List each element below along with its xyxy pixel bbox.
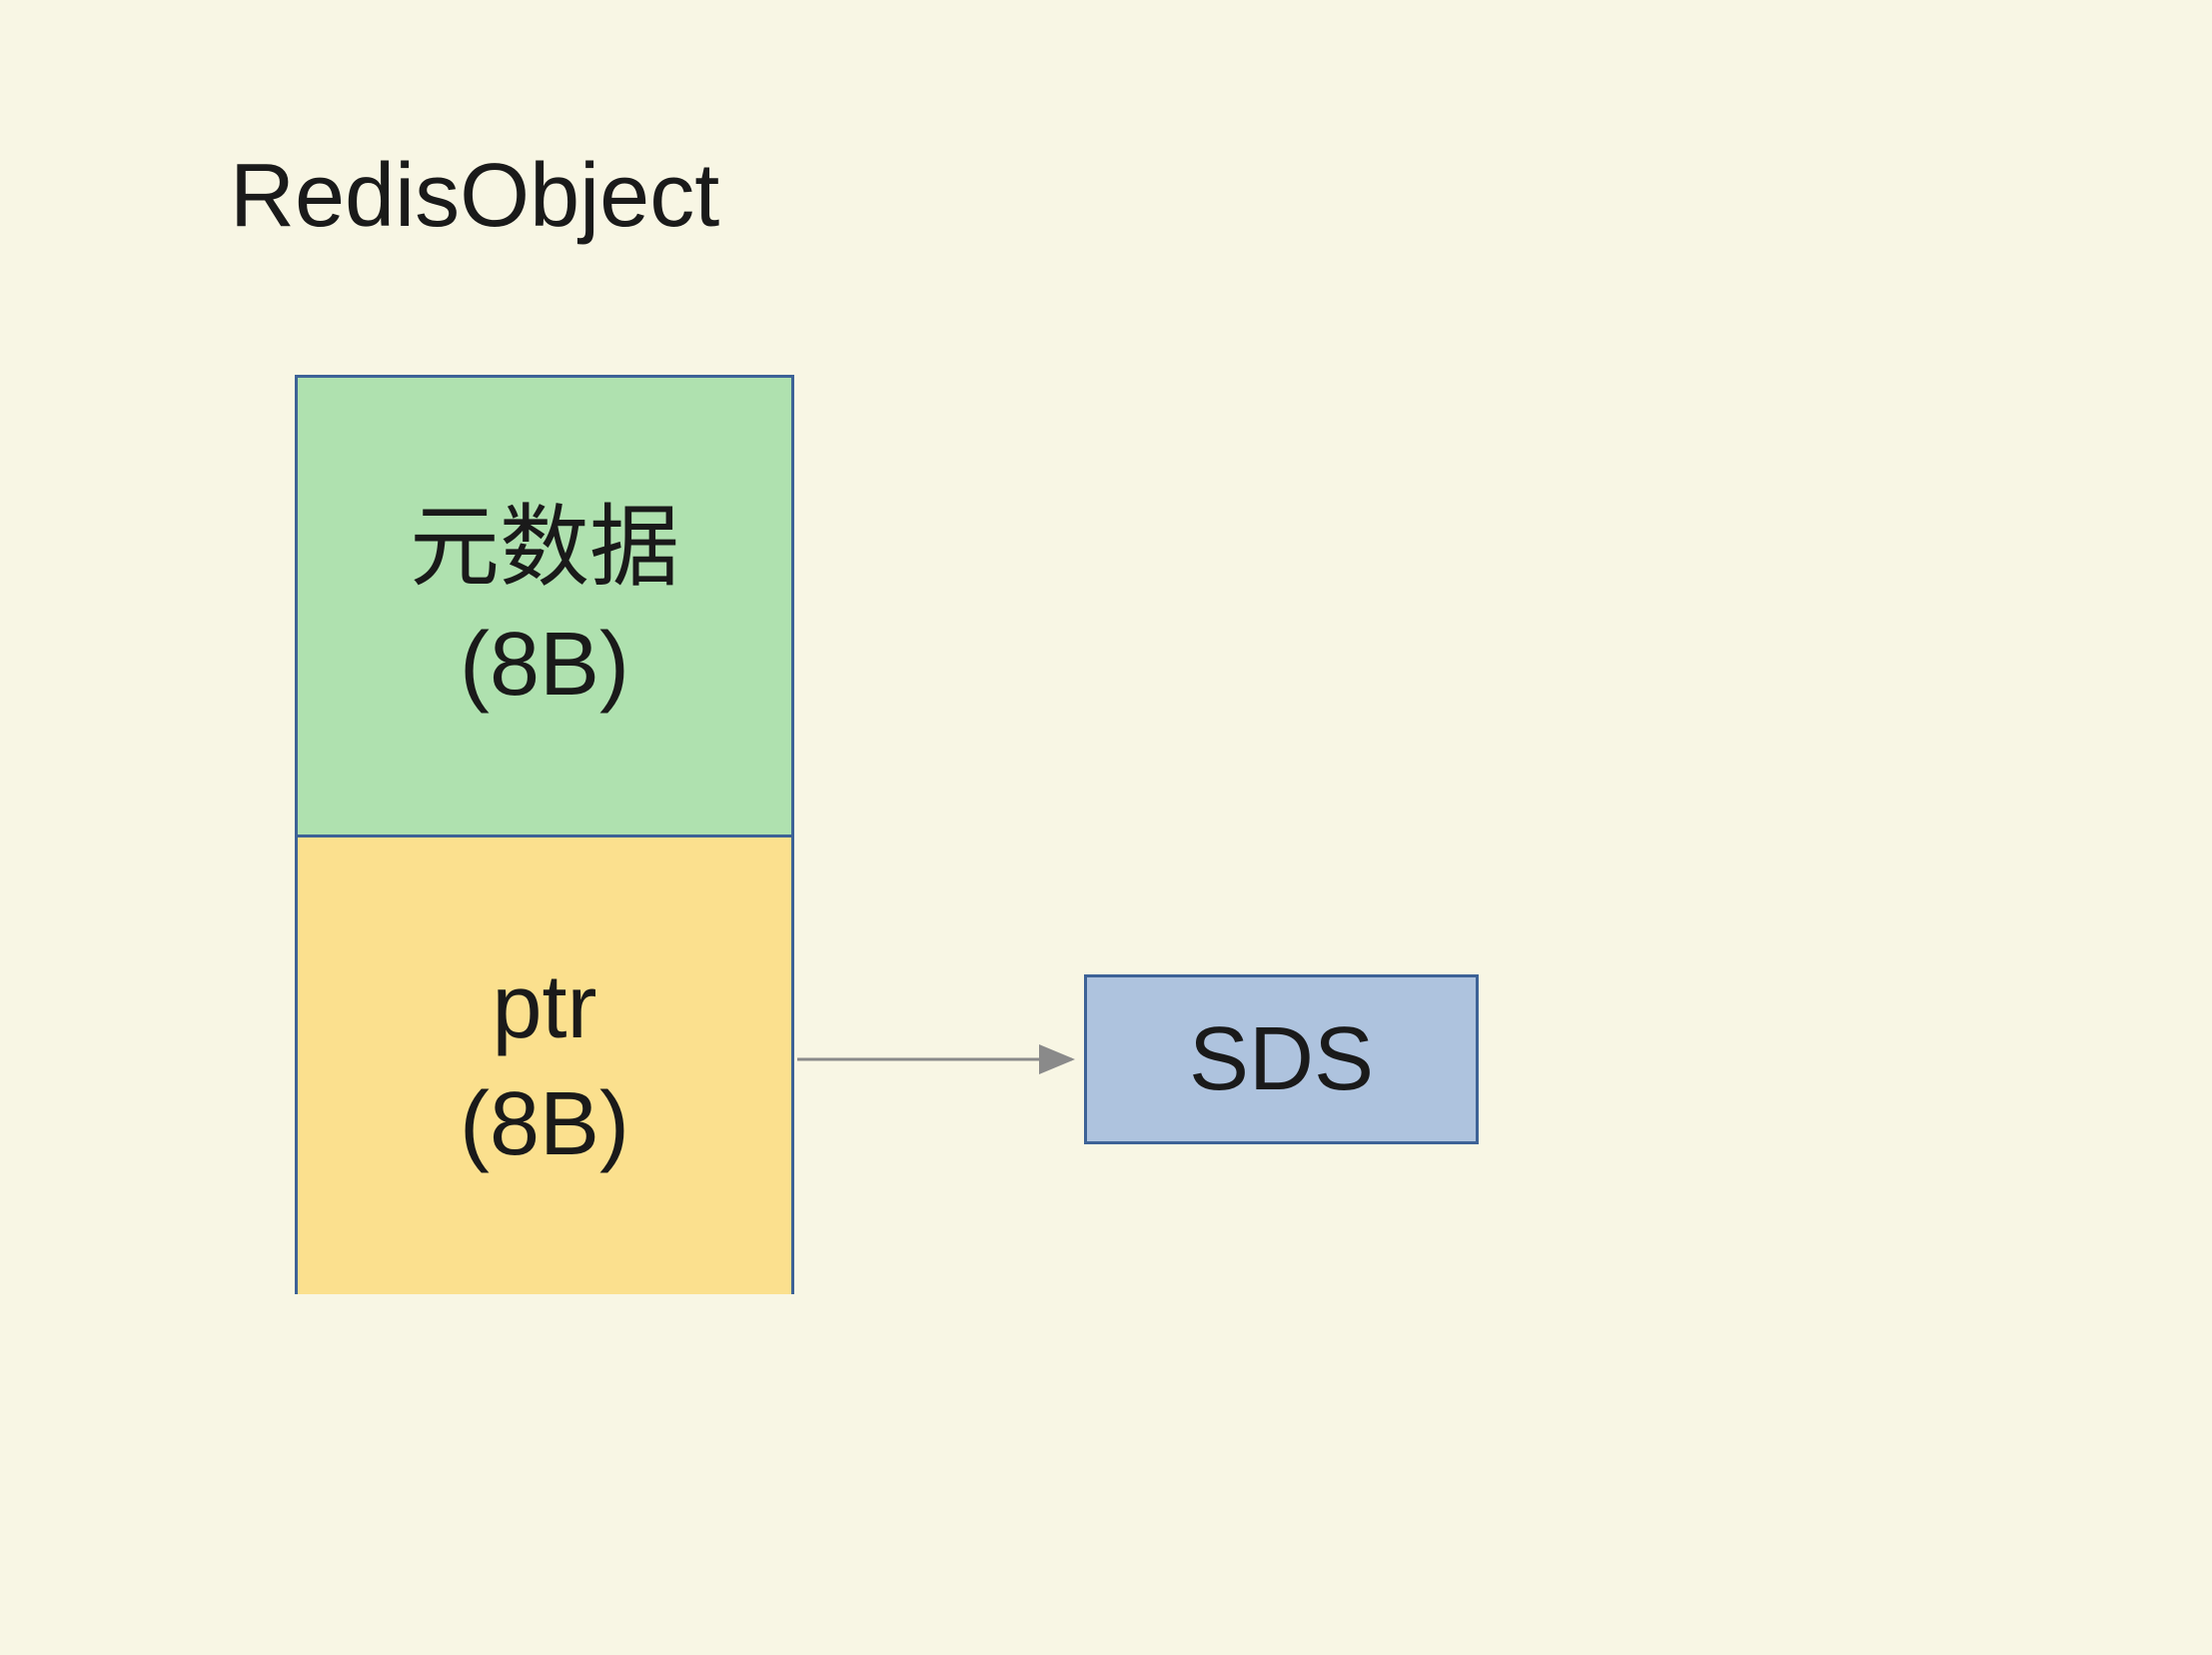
redis-object-container: 元数据 (8B) ptr (8B) bbox=[295, 375, 794, 1294]
diagram-title: RedisObject bbox=[230, 145, 719, 248]
metadata-label-line1: 元数据 bbox=[410, 490, 679, 607]
pointer-arrow bbox=[797, 1049, 1084, 1069]
ptr-box: ptr (8B) bbox=[298, 837, 791, 1294]
metadata-label-line2: (8B) bbox=[460, 607, 629, 724]
metadata-box: 元数据 (8B) bbox=[298, 378, 791, 837]
ptr-label-line1: ptr bbox=[492, 949, 596, 1066]
ptr-label-line2: (8B) bbox=[460, 1066, 629, 1183]
sds-box: SDS bbox=[1084, 974, 1479, 1144]
sds-label: SDS bbox=[1189, 1008, 1374, 1111]
